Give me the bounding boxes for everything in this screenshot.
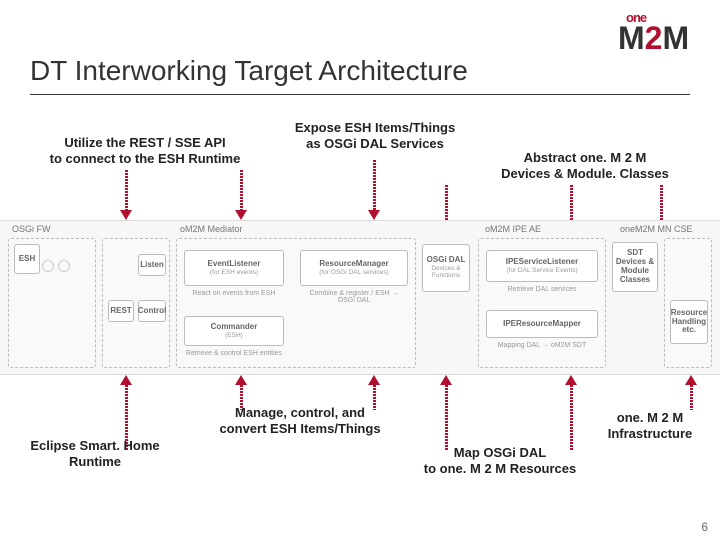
box-sdt: SDT Devices & Module Classes [612, 242, 658, 292]
anno-top-mid: Expose ESH Items/Thingsas OSGi DAL Servi… [275, 120, 475, 153]
arrow-top-2 [235, 170, 247, 220]
label-mediator: oM2M Mediator [180, 224, 243, 234]
anno-bot-left: Eclipse Smart. HomeRuntime [20, 438, 170, 471]
box-resourcemgr: ResourceManager(for OSGi DAL services) [300, 250, 408, 286]
arrow-top-1 [120, 170, 132, 220]
onem2m-logo: one M2M [618, 10, 700, 58]
box-ipemapper: IPEResourceMapper [486, 310, 598, 338]
box-esh: ESH [14, 244, 40, 274]
box-listen: Listen [138, 254, 166, 276]
anno-top-right: Abstract one. M 2 MDevices & Module. Cla… [470, 150, 700, 183]
logo-m2m-text: M2M [618, 20, 689, 57]
label-osgi: OSGi FW [12, 224, 51, 234]
arrow-bot-4 [440, 375, 452, 450]
anno-bot-mid1: Manage, control, andconvert ESH Items/Th… [200, 405, 400, 438]
anno-top-left: Utilize the REST / SSE APIto connect to … [30, 135, 260, 168]
box-osgidal: OSGi DALDevices & Functions [422, 244, 470, 292]
desc-eventlistener: React on events from ESH [184, 290, 284, 297]
anno-bot-mid2: Map OSGi DALto one. M 2 M Resources [400, 445, 600, 478]
box-ipeservice: IPEServiceListener(for DAL Service Event… [486, 250, 598, 282]
circle-decor-2 [58, 260, 70, 272]
desc-commander: Retrieve & control ESH entities [184, 350, 284, 357]
anno-bot-right: one. M 2 MInfrastructure [590, 410, 710, 443]
desc-resourcemgr: Combine & register / ESH → OSGi DAL [300, 290, 408, 304]
box-control: Control [138, 300, 166, 322]
desc-ipemapper: Mapping DAL → oM2M SDT [486, 342, 598, 349]
arrow-top-3 [368, 160, 380, 220]
title-underline [30, 94, 690, 95]
box-eventlistener: EventListener(for ESH events) [184, 250, 284, 286]
label-ipe: oM2M IPE AE [485, 224, 541, 234]
arrow-bot-5 [565, 375, 577, 450]
arrow-bot-6 [685, 375, 697, 410]
box-resource: Resource Handling etc. [670, 300, 708, 344]
box-rest: REST [108, 300, 134, 322]
page-title: DT Interworking Target Architecture [30, 55, 468, 87]
box-commander: Commander(ESH) [184, 316, 284, 346]
slide-header: DT Interworking Target Architecture one … [0, 0, 720, 100]
label-cse: oneM2M MN CSE [620, 224, 693, 234]
desc-ipeservice: Retrieve DAL services [486, 286, 598, 293]
page-number: 6 [701, 520, 708, 534]
circle-decor-1 [42, 260, 54, 272]
